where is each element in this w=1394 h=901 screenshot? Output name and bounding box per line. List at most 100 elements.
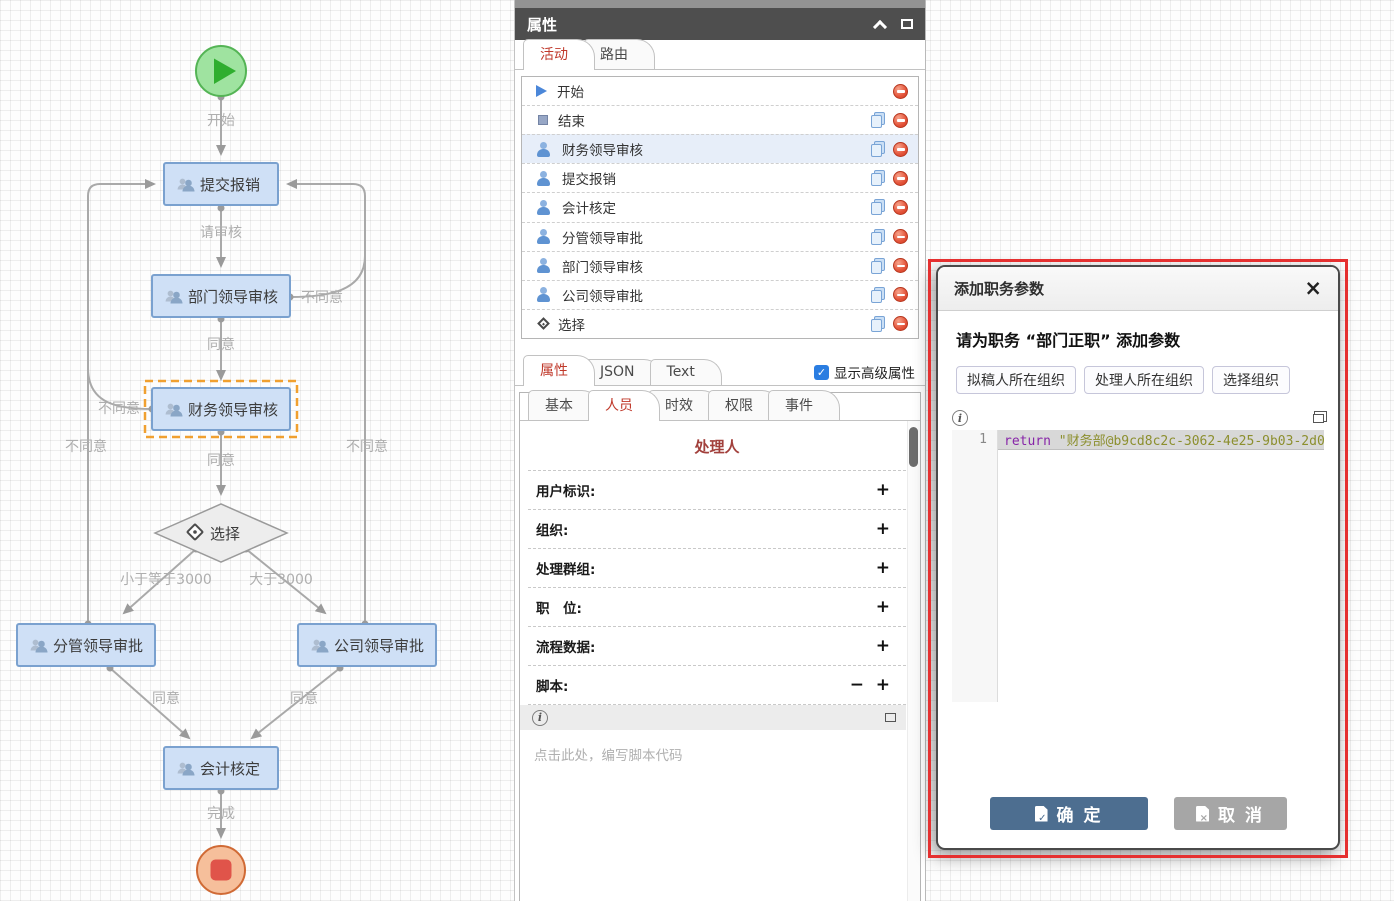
add-icon[interactable] (876, 560, 890, 577)
popout-icon[interactable] (1313, 414, 1324, 423)
user-icon (536, 287, 552, 302)
edge-label: 不同意 (98, 400, 140, 417)
node-finance-review[interactable]: 财务领导审核 (152, 388, 290, 430)
remove-icon[interactable] (850, 677, 864, 694)
copy-icon[interactable] (870, 141, 886, 157)
add-param-dialog: 添加职务参数 × 请为职务 “部门正职” 添加参数 拟稿人所在组织 处理人所在组… (936, 265, 1340, 850)
node-choice[interactable]: 选择 (155, 504, 287, 562)
dialog-footer: 确 定 取 消 (938, 797, 1338, 830)
activity-row[interactable]: 公司领导审批 (522, 280, 918, 309)
ok-label: 确 定 (1057, 801, 1103, 826)
tab-props[interactable]: 属性 (523, 355, 595, 386)
script-editor-header (520, 705, 906, 730)
maximize-icon[interactable] (901, 19, 913, 29)
handler-org-button[interactable]: 处理人所在组织 (1084, 366, 1204, 394)
select-org-button[interactable]: 选择组织 (1212, 366, 1290, 394)
code-editor[interactable]: 1 return "财务部@b9cd8c2c-3062-4e25-9b03-2d… (952, 406, 1324, 702)
add-icon[interactable] (876, 599, 890, 616)
node-branch-approve[interactable]: 分管领导审批 (17, 624, 155, 666)
tab-text[interactable]: Text (650, 359, 722, 385)
activity-row-selected[interactable]: 财务领导审核 (522, 134, 918, 163)
edge-label: 不同意 (346, 438, 388, 455)
dialog-title: 添加职务参数 (954, 278, 1044, 299)
remove-icon[interactable] (893, 287, 908, 302)
remove-icon[interactable] (893, 142, 908, 157)
detail-panel: 基本 人员 时效 权限 事件 处理人 用户标识: 组织: 处理群组: (519, 392, 921, 901)
remove-icon[interactable] (893, 113, 908, 128)
popout-icon[interactable] (885, 713, 896, 722)
info-icon (952, 410, 968, 426)
code-line: return "财务部@b9cd8c2c-3062-4e25-9b03-2d06 (998, 430, 1324, 450)
node-end[interactable] (197, 846, 245, 894)
copy-icon[interactable] (870, 170, 886, 186)
node-accounting[interactable]: 会计核定 (164, 747, 278, 789)
activity-label: 会计核定 (562, 197, 616, 217)
copy-icon[interactable] (870, 316, 886, 332)
checkbox-checked-icon[interactable] (814, 365, 829, 380)
copy-icon[interactable] (870, 258, 886, 274)
remove-icon[interactable] (893, 258, 908, 273)
tab-activity[interactable]: 活动 (523, 39, 595, 70)
field-label: 职 位: (536, 597, 582, 617)
node-submit[interactable]: 提交报销 (164, 163, 278, 205)
activity-label: 财务领导审核 (562, 139, 643, 159)
remove-icon[interactable] (893, 229, 908, 244)
add-icon[interactable] (876, 521, 890, 538)
doc-x-icon (1196, 806, 1209, 822)
field-row-handler-group: 处理群组: (528, 549, 906, 588)
remove-icon[interactable] (893, 316, 908, 331)
edge-label: 不同意 (301, 289, 343, 306)
activity-row[interactable]: 提交报销 (522, 163, 918, 192)
stop-icon (538, 115, 548, 125)
close-icon[interactable]: × (1304, 278, 1322, 299)
scrollbar-track[interactable] (907, 421, 920, 901)
copy-icon[interactable] (870, 112, 886, 128)
field-label: 流程数据: (536, 636, 595, 656)
flow-canvas[interactable]: 开始 提交报销 请审核 部门领导审核 不同意 同意 财务领导审核 (0, 0, 514, 901)
code-area[interactable]: return "财务部@b9cd8c2c-3062-4e25-9b03-2d06 (998, 430, 1324, 702)
edge-label: 同意 (152, 690, 180, 707)
cancel-button[interactable]: 取 消 (1174, 797, 1287, 830)
sub-tabs: 基本 人员 时效 权限 事件 (520, 393, 920, 421)
remove-icon[interactable] (893, 84, 908, 99)
node-company-approve[interactable]: 公司领导审批 (298, 624, 436, 666)
copy-icon[interactable] (870, 199, 886, 215)
line-number: 1 (952, 430, 998, 702)
user-icon (536, 142, 552, 157)
code-editor-header (952, 406, 1324, 430)
activity-row[interactable]: 分管领导审批 (522, 222, 918, 251)
user-icon (536, 258, 552, 273)
add-icon[interactable] (876, 482, 890, 499)
tab-event[interactable]: 事件 (768, 390, 840, 420)
field-row-script: 脚本: (528, 666, 906, 705)
keyword-token: return (1004, 434, 1051, 449)
copy-icon[interactable] (870, 287, 886, 303)
activity-row[interactable]: 部门领导审核 (522, 251, 918, 280)
tab-personnel[interactable]: 人员 (588, 390, 660, 421)
add-icon[interactable] (876, 677, 890, 694)
add-icon[interactable] (876, 638, 890, 655)
advanced-props-toggle[interactable]: 显示高级属性 (814, 362, 915, 382)
string-token: "财务部@b9cd8c2c-3062-4e25-9b03-2d06 (1059, 434, 1324, 449)
handler-section-title: 处理人 (528, 421, 906, 471)
script-editor-area[interactable]: 点击此处，编写脚本代码 (520, 730, 920, 764)
remove-icon[interactable] (893, 171, 908, 186)
activity-row[interactable]: 会计核定 (522, 192, 918, 221)
edge-label: 完成 (207, 806, 235, 822)
remove-icon[interactable] (893, 200, 908, 215)
activity-row[interactable]: 选择 (522, 309, 918, 338)
drafter-org-button[interactable]: 拟稿人所在组织 (956, 366, 1076, 394)
ok-button[interactable]: 确 定 (990, 797, 1148, 830)
copy-icon[interactable] (870, 229, 886, 245)
activity-row[interactable]: 结束 (522, 105, 918, 134)
edge-label: 小于等于3000 (120, 571, 212, 588)
node-dept-review[interactable]: 部门领导审核 (152, 275, 290, 317)
edge-label: 不同意 (65, 438, 107, 455)
svg-text:部门领导审核: 部门领导审核 (188, 288, 278, 306)
activity-row[interactable]: 开始 (522, 77, 918, 105)
info-icon (532, 710, 548, 726)
field-row-user-id: 用户标识: (528, 471, 906, 510)
collapse-icon[interactable] (873, 19, 887, 33)
node-start[interactable] (196, 46, 246, 96)
scrollbar-thumb[interactable] (909, 427, 918, 467)
